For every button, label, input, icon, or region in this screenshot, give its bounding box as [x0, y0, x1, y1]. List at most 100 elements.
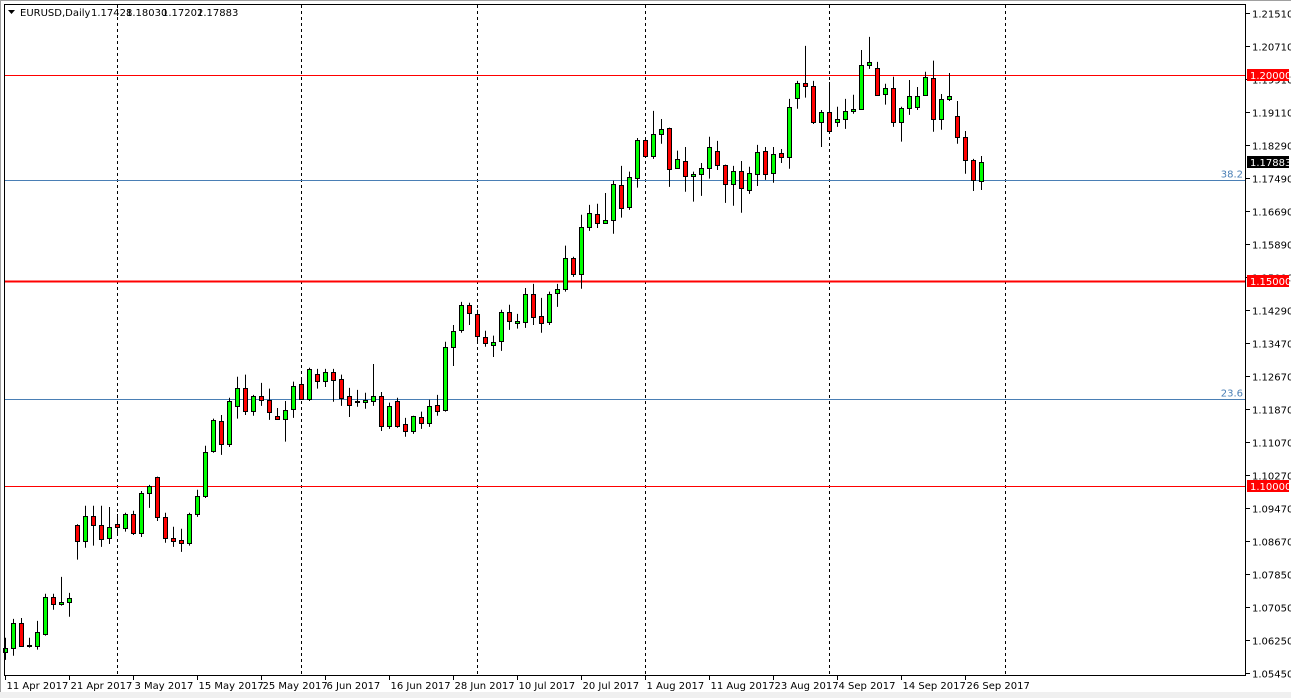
candle-body-bear	[99, 525, 104, 540]
x-tick-label: 11 Apr 2017	[7, 681, 69, 692]
symbol-timeframe: EURUSD,Daily	[20, 8, 91, 19]
x-tick-label: 23 Aug 2017	[775, 681, 839, 692]
candle-body-bear	[539, 316, 544, 324]
candle-body-bear	[571, 258, 576, 275]
candle-body-bull	[283, 410, 288, 420]
candle-body-bear	[171, 538, 176, 542]
candle-body-bear	[155, 477, 160, 518]
candle-body-bear	[339, 379, 344, 399]
candle-body-bear	[619, 185, 624, 209]
candle-body-bear	[403, 424, 408, 432]
y-tick-label: 1.14290	[1252, 307, 1291, 318]
candle-body-bull	[355, 401, 360, 403]
y-tick-label: 1.05450	[1252, 670, 1291, 681]
candle-body-bear	[763, 151, 768, 175]
candle-body-bull	[547, 294, 552, 323]
candle-body-bear	[955, 116, 960, 138]
y-tick-label: 1.15890	[1252, 241, 1291, 252]
candle	[627, 171, 632, 210]
price-axis[interactable]: 1.215101.207101.199101.191101.182901.174…	[1246, 10, 1291, 681]
level-price-tag-label: 1.10000	[1250, 482, 1291, 493]
candle-body-bull	[603, 220, 608, 224]
candle-body-bear	[803, 83, 808, 87]
candle-body-bear	[115, 524, 120, 528]
candle-body-bull	[699, 168, 704, 175]
candle-body-bull	[371, 396, 376, 402]
y-tick-label: 1.16690	[1252, 208, 1291, 219]
candle-body-bull	[203, 452, 208, 497]
candle-body-bull	[363, 400, 368, 403]
candle	[227, 397, 232, 448]
candle	[187, 512, 192, 546]
candle-body-bull	[851, 109, 856, 112]
candle-body-bull	[147, 486, 152, 494]
candle-body-bull	[251, 396, 256, 412]
candle-body-bull	[835, 119, 840, 123]
candle-body-bull	[499, 312, 504, 342]
candle-body-bull	[939, 99, 944, 120]
x-tick-label: 11 Aug 2017	[711, 681, 775, 692]
candle-body-bull	[675, 159, 680, 169]
candle-body-bull	[67, 598, 72, 603]
y-tick-label: 1.17490	[1252, 175, 1291, 186]
candle-body-bear	[347, 396, 352, 406]
candlestick-chart[interactable]: 38.223.6 1.215101.207101.199101.191101.1…	[0, 0, 1291, 698]
candle	[547, 291, 552, 325]
candle-body-bear	[467, 305, 472, 314]
candle-body-bull	[211, 420, 216, 452]
x-tick-label: 28 Jun 2017	[455, 681, 515, 692]
candle-body-bull	[659, 129, 664, 135]
candle	[43, 593, 48, 636]
candle-body-bear	[179, 540, 184, 544]
candle-body-bear	[875, 68, 880, 96]
candle-body-bear	[643, 140, 648, 157]
candle	[643, 137, 648, 158]
window-bottom-strip	[0, 692, 1291, 698]
candle-body-bull	[771, 154, 776, 174]
candle-body-bull	[27, 645, 32, 647]
x-tick-label: 21 Apr 2017	[71, 681, 133, 692]
candle-body-bull	[795, 83, 800, 99]
y-tick-label: 1.09470	[1252, 505, 1291, 516]
candle-body-bear	[963, 137, 968, 161]
candle-body-bull	[691, 174, 696, 177]
candle-body-bear	[891, 88, 896, 123]
candle-body-bear	[683, 161, 688, 177]
candle-body-bear	[475, 314, 480, 337]
y-tick-label: 1.12670	[1252, 373, 1291, 384]
candle-body-bull	[635, 140, 640, 179]
candle	[387, 402, 392, 429]
candle-body-bear	[163, 517, 168, 539]
current-price-tag-label: 1.17883	[1250, 158, 1291, 169]
candle-body-bear	[483, 337, 488, 344]
candle	[411, 415, 416, 434]
candle-body-bull	[59, 602, 64, 605]
candle-body-bear	[395, 401, 400, 427]
candle-body-bull	[323, 372, 328, 382]
candle-body-bull	[451, 331, 456, 348]
candle	[155, 476, 160, 521]
y-tick-label: 1.07850	[1252, 571, 1291, 582]
x-tick-label: 15 May 2017	[199, 681, 264, 692]
candle-body-bull	[427, 406, 432, 424]
candle	[395, 397, 400, 428]
candle	[811, 80, 816, 124]
candle-body-bull	[411, 416, 416, 432]
candle-body-bear	[299, 384, 304, 400]
candle-body-bull	[43, 597, 48, 635]
y-tick-label: 1.20710	[1252, 43, 1291, 54]
candle	[571, 256, 576, 277]
candle-body-bear	[275, 416, 280, 420]
candle-body-bear	[75, 525, 80, 542]
candle-body-bull	[195, 496, 200, 515]
candle-body-bull	[139, 493, 144, 534]
x-tick-label: 25 May 2017	[263, 681, 328, 692]
candle-body-bear	[51, 597, 56, 605]
y-tick-label: 1.07050	[1252, 604, 1291, 615]
candle-body-bear	[267, 400, 272, 413]
candle-body-bull	[11, 623, 16, 649]
candle-body-bull	[899, 108, 904, 123]
x-tick-label: 10 Jul 2017	[519, 681, 576, 692]
candle-body-bear	[971, 160, 976, 181]
candle-body-bear	[723, 165, 728, 185]
